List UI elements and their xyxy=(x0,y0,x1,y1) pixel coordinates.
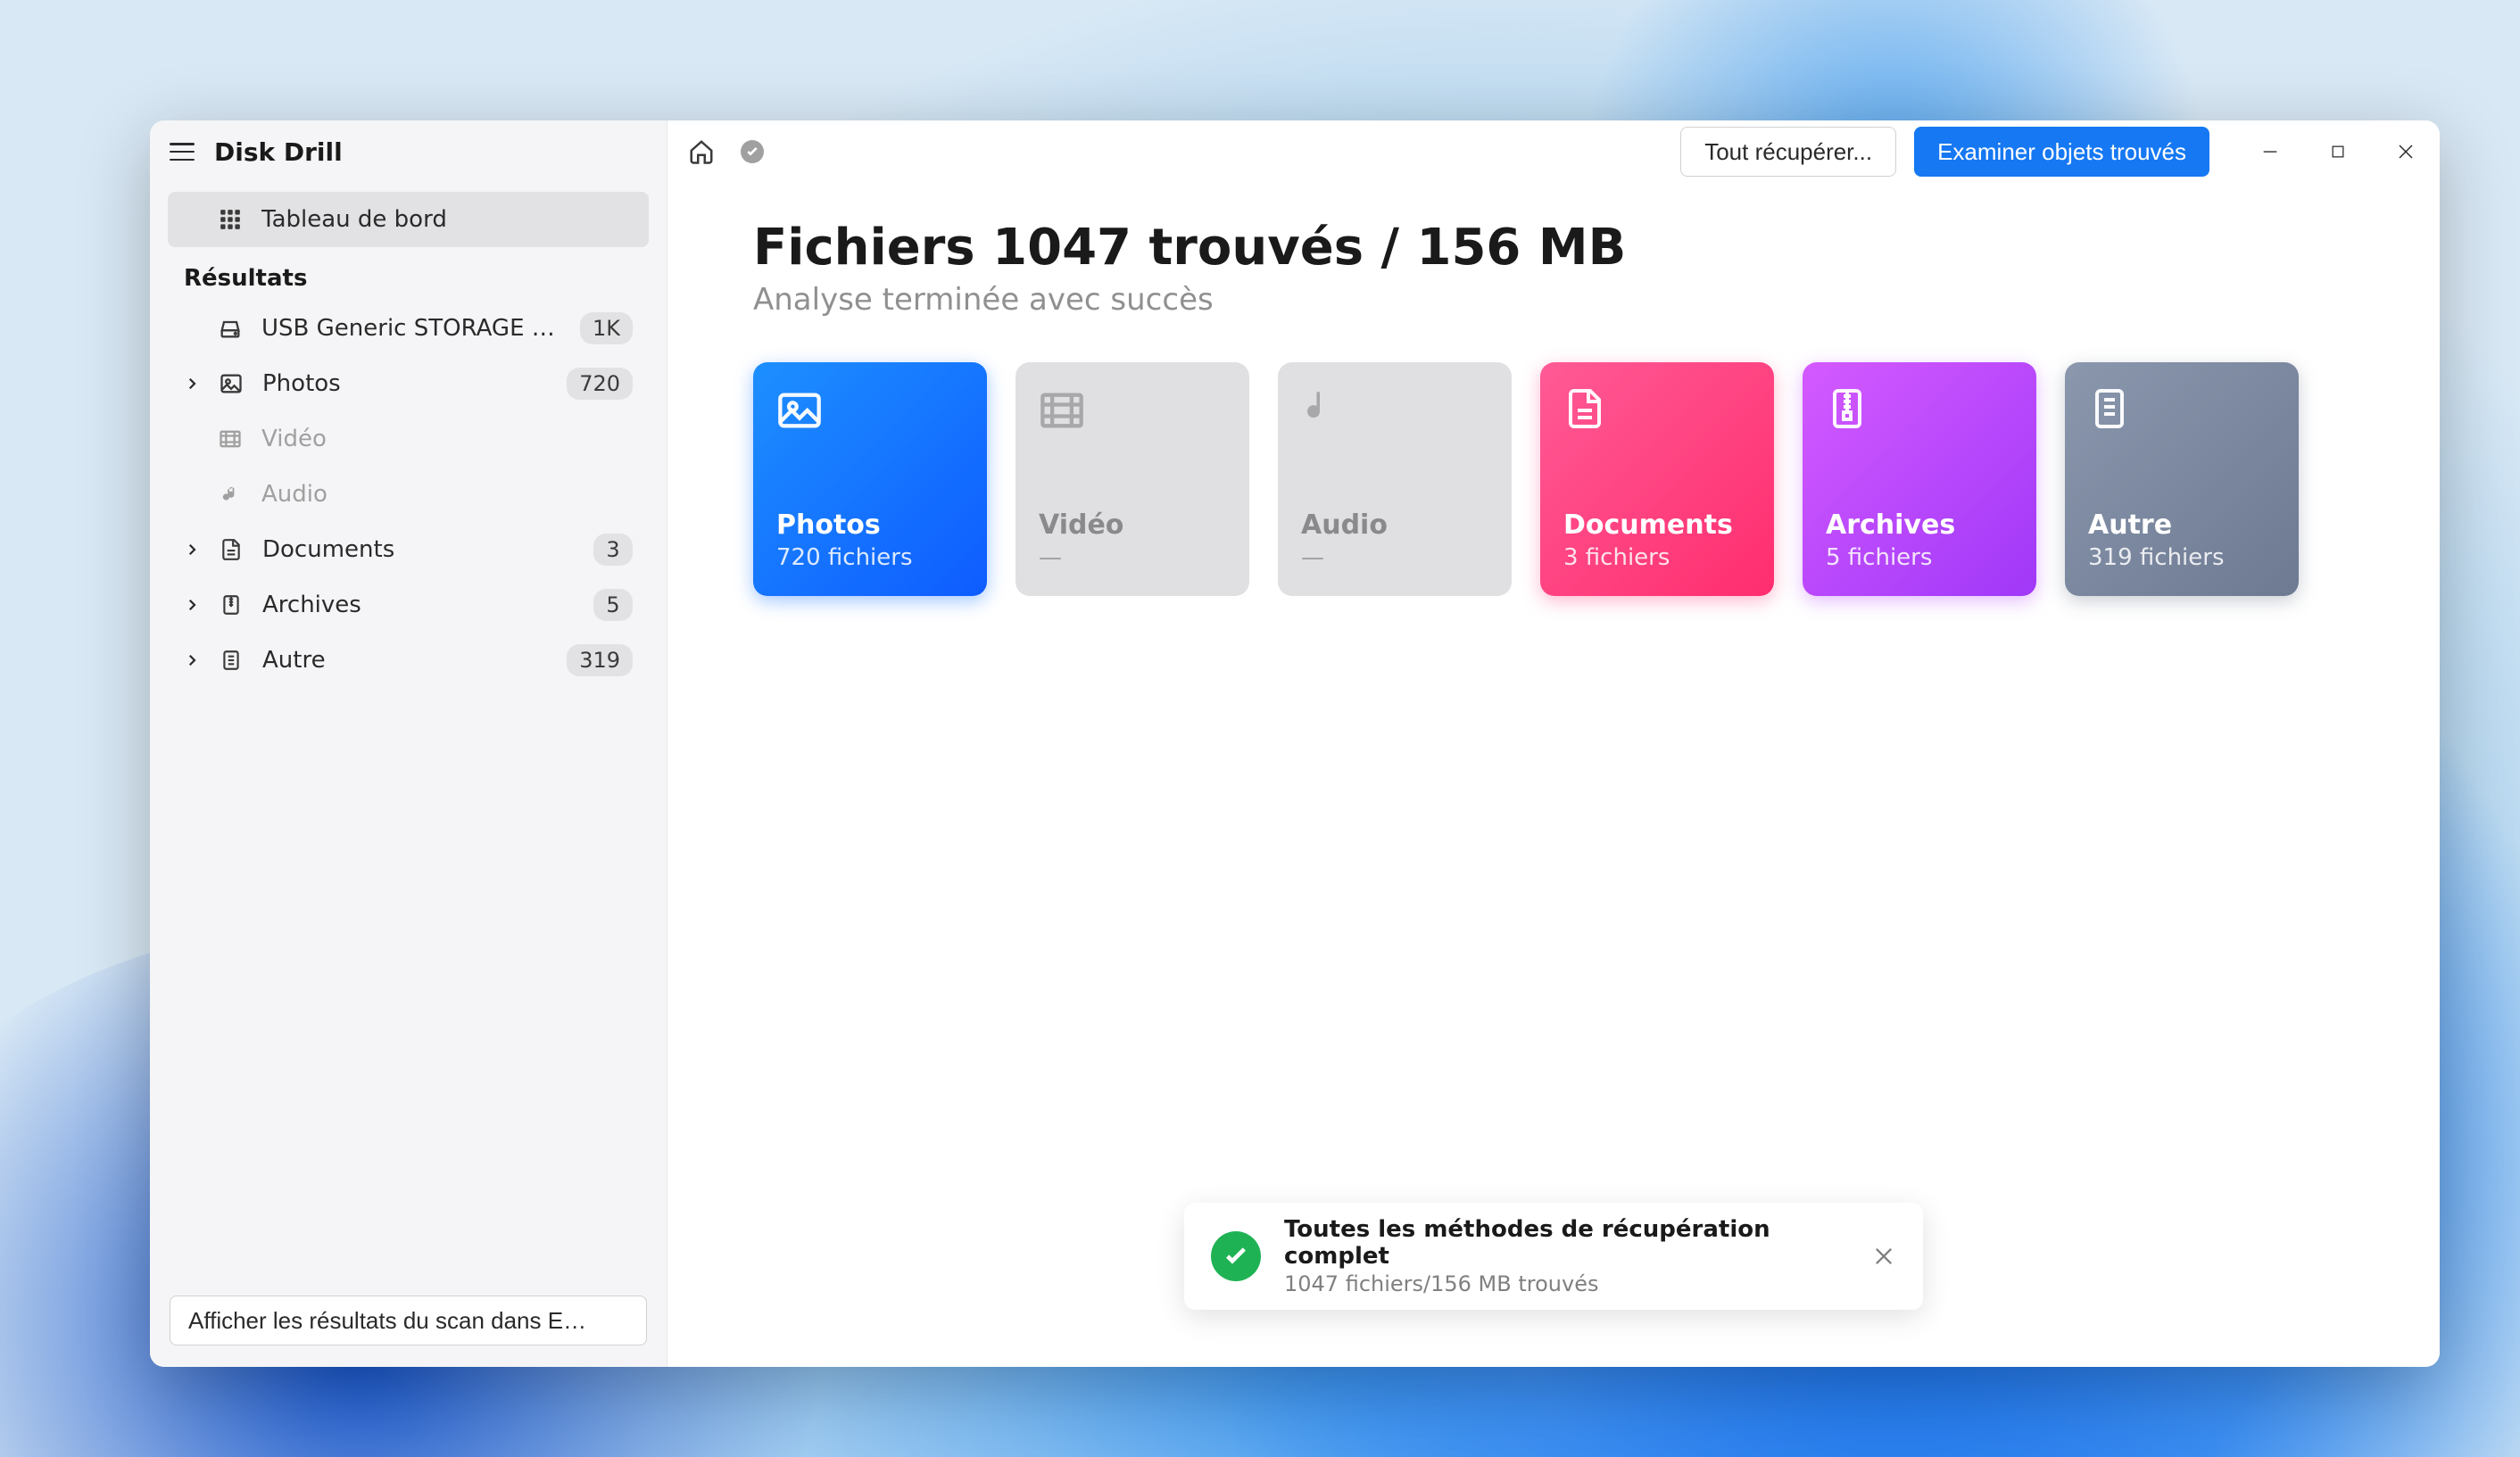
photo-icon xyxy=(776,387,823,434)
sidebar-body: Tableau de bord Résultats USB Generic ST… xyxy=(150,183,667,1279)
sidebar-item-drive[interactable]: USB Generic STORAGE D… 1K xyxy=(168,301,649,356)
sidebar-item-audio[interactable]: Audio xyxy=(168,467,649,522)
card-sub: 3 fichiers xyxy=(1563,544,1751,571)
sidebar-item-label: Archives xyxy=(262,592,576,618)
page-title: Fichiers 1047 trouvés / 156 MB xyxy=(753,219,2354,277)
count-badge: 1K xyxy=(580,312,633,344)
card-title: Vidéo xyxy=(1039,509,1226,541)
sidebar-item-documents[interactable]: Documents 3 xyxy=(168,522,649,577)
success-check-icon xyxy=(1211,1231,1261,1281)
count-badge: 5 xyxy=(593,589,633,621)
sidebar-item-label: Documents xyxy=(262,536,576,563)
minimize-button[interactable] xyxy=(2256,137,2284,166)
page-subtitle: Analyse terminée avec succès xyxy=(753,282,2354,318)
main-content: Tout récupérer... Examiner objets trouvé… xyxy=(667,120,2440,1367)
archive-icon xyxy=(1826,387,1872,434)
card-sub: 5 fichiers xyxy=(1826,544,2013,571)
app-name: Disk Drill xyxy=(214,137,343,167)
card-sub: 319 fichiers xyxy=(2088,544,2275,571)
menu-icon[interactable] xyxy=(170,143,195,161)
sidebar-item-label: Photos xyxy=(262,370,549,397)
file-icon xyxy=(2088,387,2135,434)
sidebar-item-label: Tableau de bord xyxy=(261,206,633,233)
sidebar-item-label: Audio xyxy=(261,481,633,508)
video-icon xyxy=(1039,387,1085,434)
sidebar-item-dashboard[interactable]: Tableau de bord xyxy=(168,192,649,247)
card-sub: — xyxy=(1039,544,1226,571)
drive-icon xyxy=(217,315,244,342)
card-title: Audio xyxy=(1301,509,1488,541)
photo-icon xyxy=(218,370,245,397)
audio-icon xyxy=(217,481,244,508)
card-photos[interactable]: Photos 720 fichiers xyxy=(753,362,987,596)
toast-title: Toutes les méthodes de récupération comp… xyxy=(1284,1216,1848,1270)
card-archives[interactable]: Archives 5 fichiers xyxy=(1803,362,2036,596)
chevron-right-icon xyxy=(184,652,200,668)
show-results-button[interactable]: Afficher les résultats du scan dans E… xyxy=(170,1296,647,1345)
sidebar-item-archives[interactable]: Archives 5 xyxy=(168,577,649,633)
chevron-right-icon xyxy=(184,376,200,392)
sidebar-item-other[interactable]: Autre 319 xyxy=(168,633,649,688)
grid-icon xyxy=(217,206,244,233)
card-documents[interactable]: Documents 3 fichiers xyxy=(1540,362,1774,596)
sidebar-item-photos[interactable]: Photos 720 xyxy=(168,356,649,411)
window-controls xyxy=(2256,137,2420,166)
sidebar-footer: Afficher les résultats du scan dans E… xyxy=(150,1279,667,1367)
toast-message: Toutes les méthodes de récupération comp… xyxy=(1284,1216,1848,1296)
card-other[interactable]: Autre 319 fichiers xyxy=(2065,362,2299,596)
toast-close-icon[interactable] xyxy=(1871,1244,1896,1269)
card-video[interactable]: Vidéo — xyxy=(1015,362,1249,596)
toolbar: Tout récupérer... Examiner objets trouvé… xyxy=(667,120,2440,183)
count-badge: 3 xyxy=(593,534,633,566)
sidebar-item-video[interactable]: Vidéo xyxy=(168,411,649,467)
audio-icon xyxy=(1301,387,1347,434)
review-found-button[interactable]: Examiner objets trouvés xyxy=(1914,127,2209,177)
close-button[interactable] xyxy=(2392,137,2420,166)
toast-subtitle: 1047 fichiers/156 MB trouvés xyxy=(1284,1271,1848,1296)
category-cards: Photos 720 fichiers Vidéo — Audio — xyxy=(753,362,2354,596)
sidebar-section-results: Résultats xyxy=(168,247,649,301)
card-title: Documents xyxy=(1563,509,1751,541)
count-badge: 720 xyxy=(567,368,633,400)
archive-icon xyxy=(218,592,245,618)
card-title: Photos xyxy=(776,509,964,541)
status-check-icon[interactable] xyxy=(741,140,764,163)
sidebar-item-label: Vidéo xyxy=(261,426,633,452)
chevron-right-icon xyxy=(184,542,200,558)
card-sub: 720 fichiers xyxy=(776,544,964,571)
app-window: Disk Drill Tableau de bord Résultats USB… xyxy=(150,120,2440,1367)
video-icon xyxy=(217,426,244,452)
recover-all-button[interactable]: Tout récupérer... xyxy=(1680,127,1896,177)
toast-notification: Toutes les méthodes de récupération comp… xyxy=(1184,1203,1923,1310)
card-title: Autre xyxy=(2088,509,2275,541)
maximize-button[interactable] xyxy=(2324,137,2352,166)
content-area: Fichiers 1047 trouvés / 156 MB Analyse t… xyxy=(667,183,2440,632)
card-title: Archives xyxy=(1826,509,2013,541)
count-badge: 319 xyxy=(567,644,633,676)
home-icon[interactable] xyxy=(687,137,716,166)
sidebar-item-label: USB Generic STORAGE D… xyxy=(261,315,562,342)
sidebar: Disk Drill Tableau de bord Résultats USB… xyxy=(150,120,667,1367)
sidebar-header: Disk Drill xyxy=(150,120,667,183)
card-sub: — xyxy=(1301,544,1488,571)
card-audio[interactable]: Audio — xyxy=(1278,362,1512,596)
document-icon xyxy=(218,536,245,563)
file-icon xyxy=(218,647,245,674)
sidebar-item-label: Autre xyxy=(262,647,549,674)
document-icon xyxy=(1563,387,1610,434)
chevron-right-icon xyxy=(184,597,200,613)
